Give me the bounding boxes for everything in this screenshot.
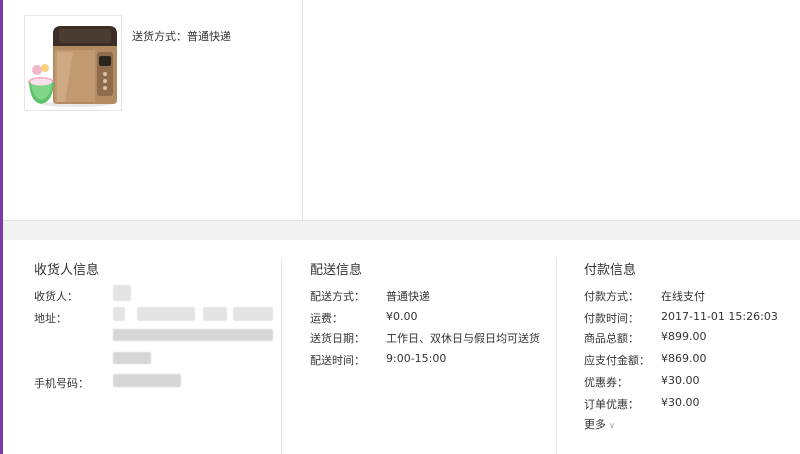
delivery-info-title: 配送信息 (310, 263, 363, 278)
order-discount-label: 订单优惠： (584, 398, 639, 411)
goods-total-label: 商品总额： (584, 332, 639, 345)
goods-total-value: ¥899.00 (661, 330, 707, 343)
bread-maker-icon (28, 26, 117, 107)
address-redacted-2 (137, 307, 195, 321)
receiver-phone-redacted (113, 374, 181, 387)
order-discount-value: ¥30.00 (661, 396, 700, 409)
delivery-method-value: 普通快递 (386, 290, 430, 303)
delivery-date-value: 工作日、双休日与假日均可送货 (386, 332, 540, 345)
delivery-time-value: 9:00-15:00 (386, 352, 447, 365)
receiver-address-label: 地址： (34, 312, 67, 325)
info-column-divider-2 (556, 258, 557, 454)
amount-due-label: 应支付金额： (584, 354, 650, 367)
shipping-fee-label: 运费： (310, 312, 343, 325)
payment-time-value: 2017-11-01 15:26:03 (661, 310, 778, 323)
delivery-time-label: 配送时间： (310, 354, 365, 367)
address-redacted-5 (113, 329, 273, 341)
amount-due-value: ¥869.00 (661, 352, 707, 365)
product-image[interactable] (24, 15, 122, 111)
chevron-down-icon: ∨ (609, 421, 615, 430)
coupon-label: 优惠券： (584, 376, 628, 389)
receiver-name-redacted (113, 285, 131, 301)
shipping-fee-value: ¥0.00 (386, 310, 418, 323)
coupon-value: ¥30.00 (661, 374, 700, 387)
order-info-panel (3, 240, 800, 454)
receiver-phone-label: 手机号码： (34, 377, 89, 390)
address-redacted-4 (233, 307, 273, 321)
product-panel (3, 0, 800, 221)
address-redacted-6 (113, 352, 151, 364)
section-separator (3, 221, 800, 240)
more-button[interactable]: 更多 ∨ (584, 416, 615, 432)
receiver-name-label: 收货人： (34, 290, 78, 303)
payment-method-label: 付款方式： (584, 290, 639, 303)
more-label: 更多 (584, 418, 606, 431)
receiver-info-title: 收货人信息 (34, 263, 100, 278)
delivery-method-label: 配送方式： (310, 290, 365, 303)
delivery-date-label: 送货日期： (310, 332, 365, 345)
address-redacted-1 (113, 307, 125, 321)
payment-info-title: 付款信息 (584, 263, 637, 278)
payment-time-label: 付款时间： (584, 312, 639, 325)
payment-method-value: 在线支付 (661, 290, 705, 303)
shipping-method-value: 普通快递 (187, 30, 231, 43)
product-shipping-method: 送货方式：普通快递 (132, 28, 231, 44)
shipping-method-label: 送货方式： (132, 30, 187, 43)
product-panel-divider (302, 0, 303, 220)
address-redacted-3 (203, 307, 227, 321)
info-column-divider-1 (281, 258, 282, 454)
